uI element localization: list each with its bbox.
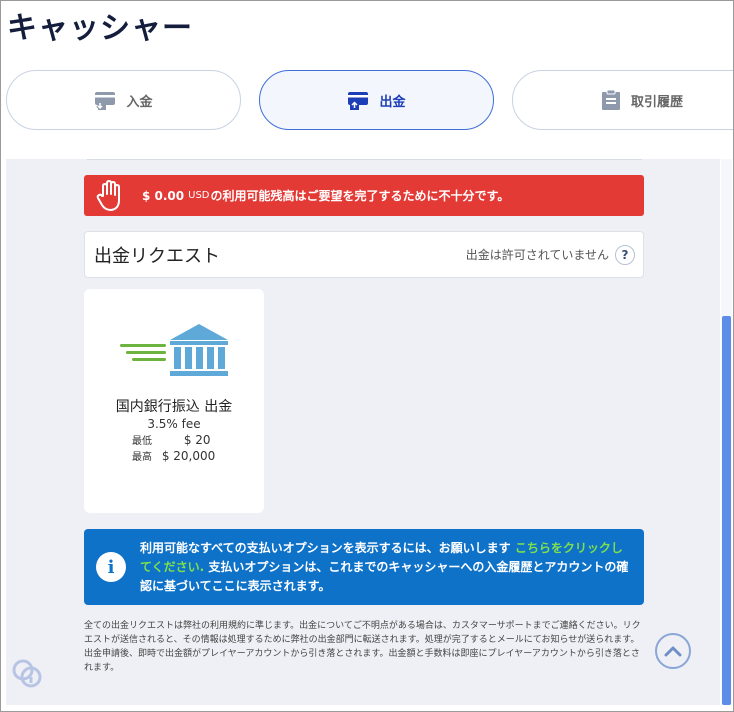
method-name: 国内銀行振込 出金 xyxy=(115,399,233,415)
scroll-to-top-button[interactable] xyxy=(655,633,691,669)
request-title: 出金リクエスト xyxy=(94,245,220,267)
info-text: 利用可能なすべての支払いオプションを表示するには、お願いします こちらをクリック… xyxy=(140,539,630,596)
cashier-window: キャッシャー 入金 出金 取引履歴 $ 0.00 USD の利用可能残高はご要望… xyxy=(0,0,734,712)
tab-withdraw[interactable]: 出金 xyxy=(259,70,494,130)
min-label: 最低 xyxy=(132,436,152,447)
divider xyxy=(87,159,642,160)
hand-stop-icon xyxy=(96,179,120,211)
insufficient-balance-alert: $ 0.00 USD の利用可能残高はご要望を完了するために不十分です。 xyxy=(84,175,644,216)
info-icon: i xyxy=(96,552,126,582)
withdraw-icon xyxy=(348,92,369,110)
chevron-up-icon xyxy=(664,646,682,657)
min-value: $ 20 xyxy=(183,433,211,447)
payment-options-info: i 利用可能なすべての支払いオプションを表示するには、お願いします こちらをクリ… xyxy=(84,529,644,605)
support-chat-icon[interactable] xyxy=(11,657,45,691)
deposit-icon xyxy=(95,92,116,111)
method-max-limit: 最高 $ 20,000 xyxy=(132,448,215,463)
info-text-before: 利用可能なすべての支払いオプションを表示するには、お願いします xyxy=(140,540,515,555)
page-title: キャッシャー xyxy=(7,11,193,46)
alert-currency: USD xyxy=(188,190,210,201)
method-min-limit: 最低 $ 20 xyxy=(132,432,211,447)
history-icon xyxy=(601,89,620,110)
alert-message: の利用可能残高はご要望を完了するために不十分です。 xyxy=(210,189,510,203)
bank-icon xyxy=(120,324,228,376)
tab-history-label: 取引履歴 xyxy=(630,94,683,110)
request-status-text: 出金は許可されていません xyxy=(465,248,609,262)
max-label: 最高 xyxy=(132,452,152,463)
payment-method-card[interactable]: 国内銀行振込 出金 3.5% fee 最低 $ 20 最高 $ 20,000 xyxy=(84,289,264,513)
tab-withdraw-label: 出金 xyxy=(379,94,406,110)
withdraw-request-header: 出金リクエスト 出金は許可されていません ? xyxy=(84,231,644,278)
scrollbar-thumb[interactable] xyxy=(722,316,731,705)
method-fee: 3.5% fee xyxy=(147,417,201,431)
alert-amount: $ 0.00 xyxy=(142,188,185,203)
tab-history[interactable]: 取引履歴 xyxy=(512,70,733,130)
info-text-after: 支払いオプションは、これまでのキャッシャーへの入金履歴とアカウントの確認に基づい… xyxy=(140,559,629,593)
tab-deposit[interactable]: 入金 xyxy=(6,70,241,130)
disclaimer-text: 全ての出金リクエストは弊社の利用規約に準じます。出金についてご不明点がある場合は… xyxy=(84,621,641,673)
tab-deposit-label: 入金 xyxy=(126,94,153,110)
help-icon[interactable]: ? xyxy=(615,244,635,265)
max-value: $ 20,000 xyxy=(161,449,216,463)
request-status: 出金は許可されていません ? xyxy=(465,244,635,265)
